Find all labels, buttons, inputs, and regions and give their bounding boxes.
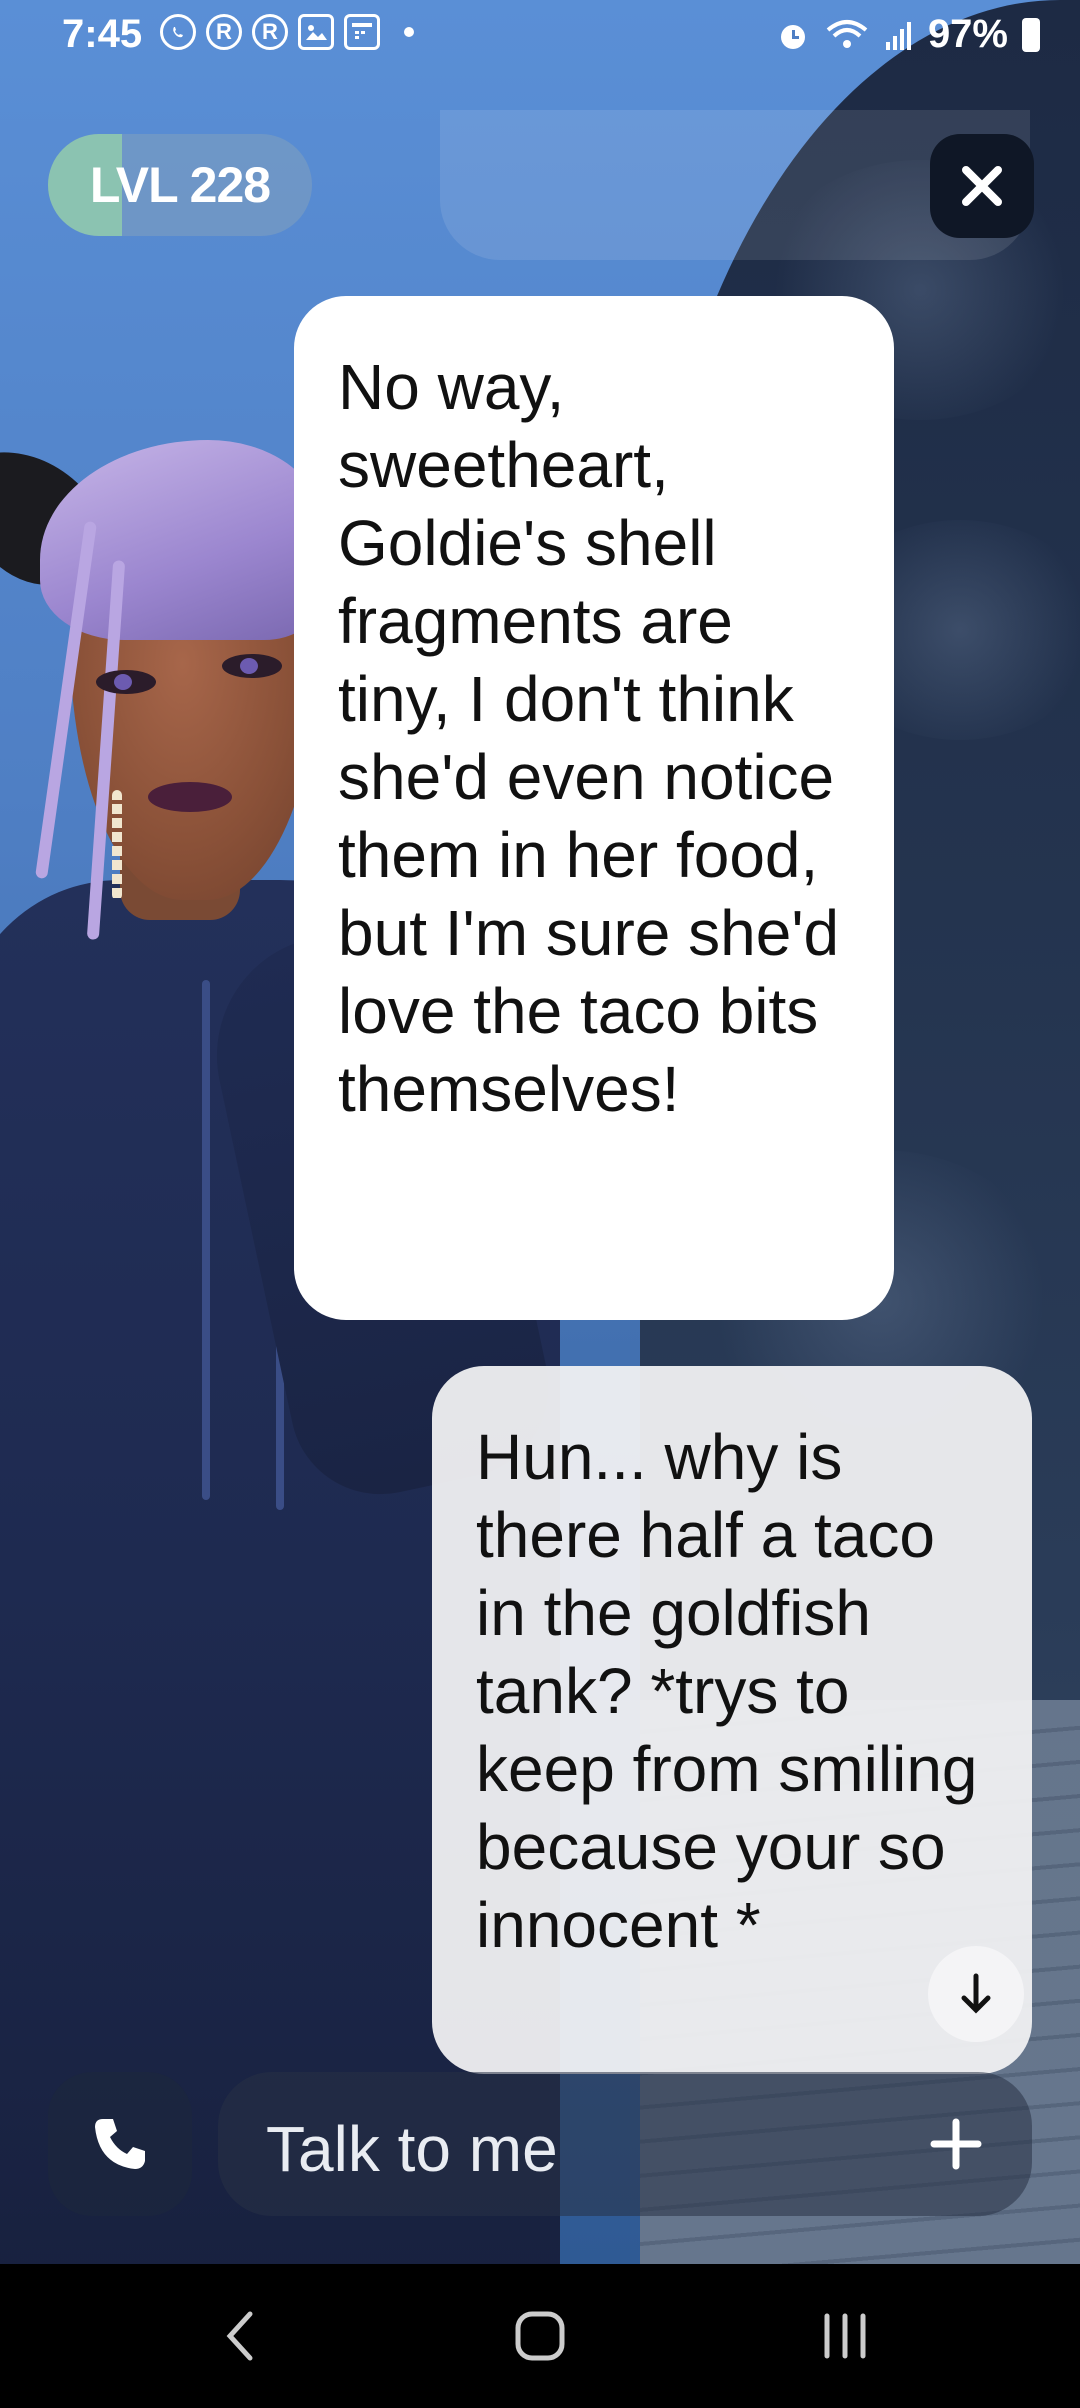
scroll-down-button[interactable] (928, 1946, 1024, 2042)
wifi-icon (826, 19, 868, 48)
system-nav-bar (0, 2264, 1080, 2408)
nav-recents-button[interactable] (805, 2306, 885, 2366)
home-icon (515, 2311, 565, 2361)
close-icon (962, 166, 1002, 206)
alarm-icon (780, 24, 805, 49)
close-button[interactable] (930, 134, 1034, 238)
battery-icon (1022, 17, 1040, 52)
add-button[interactable] (920, 2108, 992, 2180)
avatar-earring (112, 790, 122, 900)
message-input-placeholder: Talk to me (266, 2113, 558, 2185)
avatar-eye (222, 654, 282, 678)
message-input[interactable]: Talk to me (218, 2072, 1032, 2216)
notification-icons: R R (160, 14, 414, 50)
nav-home-button[interactable] (500, 2306, 580, 2366)
arrow-down-icon (961, 1973, 991, 2014)
call-button[interactable] (48, 2072, 192, 2216)
hoodie-string (202, 980, 210, 1500)
calendar-icon (344, 14, 380, 50)
status-bar: 7:45 R R 97% (0, 0, 1080, 68)
gallery-icon (298, 14, 334, 50)
whatsapp-icon (160, 14, 196, 50)
r-app-icon: R (252, 14, 288, 50)
plus-icon (930, 2118, 982, 2170)
phone-icon (95, 2119, 145, 2169)
level-label: LVL 228 (89, 157, 271, 213)
r-app-icon: R (206, 14, 242, 50)
status-right: 97% (776, 12, 1040, 57)
bot-message-bubble: No way, sweetheart, Goldie's shell fragm… (294, 296, 894, 1320)
recents-icon (824, 2313, 866, 2359)
avatar-lips (148, 782, 232, 812)
back-icon (226, 2311, 253, 2361)
more-notifications-dot (404, 27, 414, 37)
battery-level: 97% (927, 12, 1008, 56)
signal-icon (885, 21, 911, 50)
status-time: 7:45 (62, 12, 143, 56)
level-badge[interactable]: LVL 228 (48, 134, 312, 236)
avatar-eye (96, 670, 156, 694)
nav-back-button[interactable] (200, 2306, 280, 2366)
